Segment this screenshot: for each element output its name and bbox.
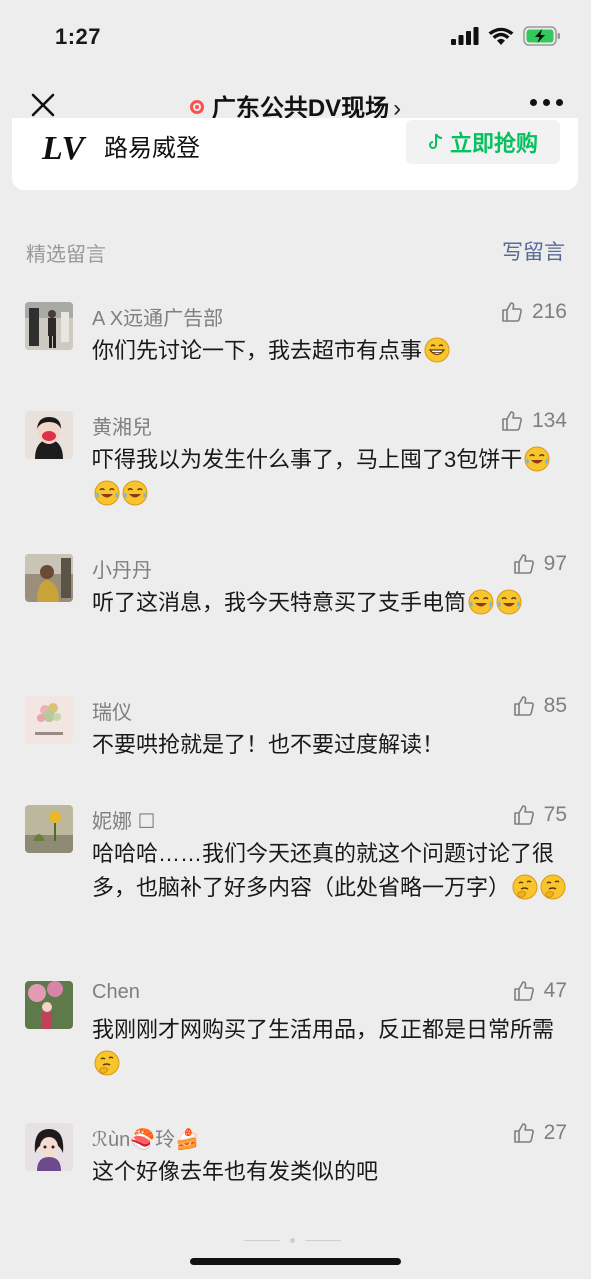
brand-logo: LV [42, 130, 85, 167]
like-count: 27 [543, 1121, 567, 1144]
commenter-name[interactable]: ℛùn🍣玲🍰 [92, 1123, 200, 1152]
write-comment-button[interactable]: 写留言 [502, 236, 565, 266]
divider [244, 1240, 280, 1241]
thumbs-up-icon [512, 803, 536, 827]
like-button[interactable]: 27 [512, 1121, 567, 1145]
avatar-image [25, 554, 73, 602]
like-count: 134 [531, 409, 567, 432]
thinking-emoji-icon [540, 874, 566, 900]
comment-text-block: 你们先讨论一下，我去超市有点事 [92, 334, 568, 368]
thinking-emoji-icon [94, 1050, 120, 1076]
signal-icon [451, 27, 479, 45]
live-dot-icon [189, 100, 204, 114]
avatar[interactable] [25, 411, 73, 459]
comment-text-block: 听了这消息，我今天特意买了支手电筒 [92, 586, 568, 620]
thumbs-up-icon [512, 694, 536, 718]
like-count: 85 [543, 694, 567, 717]
divider [305, 1240, 341, 1241]
comment-text: 这个好像去年也有发类似的吧 [92, 1159, 379, 1184]
avatar-image [25, 302, 73, 350]
comment-text: 我刚刚才网购买了生活用品，反正都是日常所需 [92, 1017, 555, 1042]
buy-now-button[interactable]: 立即抢购 [406, 120, 560, 164]
like-button[interactable]: 75 [512, 803, 567, 827]
comment-text-block: 哈哈哈……我们今天还真的就这个问题讨论了很多，也脑补了好多内容（此处省略一万字） [92, 837, 568, 905]
laughing-crying-emoji-icon [496, 589, 522, 615]
commenter-name[interactable]: Chen [92, 981, 140, 1004]
commenter-name[interactable]: A X远通广告部 [92, 302, 223, 331]
comment-text-block: 吓得我以为发生什么事了，马上囤了3包饼干 [92, 443, 568, 511]
comments-header: 精选留言 写留言 [0, 236, 591, 266]
avatar-image [25, 1123, 73, 1171]
comment-text: 吓得我以为发生什么事了，马上囤了3包饼干 [92, 447, 523, 472]
commenter-name[interactable]: 妮娜 ☐ [92, 805, 156, 834]
like-button[interactable]: 85 [512, 694, 567, 718]
comment-text-block: 这个好像去年也有发类似的吧 [92, 1155, 568, 1189]
avatar-image [25, 805, 73, 853]
avatar-image [25, 981, 73, 1029]
more-dot [530, 99, 537, 106]
ad-brand-name: 路易威登 [104, 135, 200, 162]
thumbs-up-icon [500, 300, 524, 324]
avatar[interactable] [25, 805, 73, 853]
like-button[interactable]: 216 [500, 300, 567, 324]
status-bar: 1:27 [0, 0, 591, 74]
featured-comments-label: 精选留言 [26, 244, 106, 266]
like-count: 97 [543, 552, 567, 575]
avatar-image [25, 411, 73, 459]
thinking-emoji-icon [512, 874, 538, 900]
comment-text: 哈哈哈……我们今天还真的就这个问题讨论了很多，也脑补了好多内容（此处省略一万字） [92, 841, 555, 900]
more-button[interactable] [530, 99, 563, 106]
avatar[interactable] [25, 696, 73, 744]
battery-charging-icon [523, 26, 560, 46]
like-count: 75 [543, 803, 567, 826]
avatar-image [25, 696, 73, 744]
thumbs-up-icon [500, 409, 524, 433]
divider-dot [290, 1238, 295, 1243]
laughing-crying-emoji-icon [94, 480, 120, 506]
thumbs-up-icon [512, 979, 536, 1003]
like-count: 216 [531, 300, 567, 323]
avatar[interactable] [25, 1123, 73, 1171]
status-time: 1:27 [55, 24, 102, 49]
more-dot [556, 99, 563, 106]
commenter-name[interactable]: 瑞仪 [92, 696, 132, 725]
like-button[interactable]: 134 [500, 409, 567, 433]
commenter-name[interactable]: 小丹丹 [92, 554, 152, 583]
grinning-emoji-icon [424, 337, 450, 363]
ad-card[interactable]: LV 路易威登 立即抢购 [12, 118, 578, 190]
avatar[interactable] [25, 302, 73, 350]
more-dot [543, 99, 550, 106]
wifi-icon [488, 27, 514, 45]
laughing-crying-emoji-icon [468, 589, 494, 615]
avatar[interactable] [25, 981, 73, 1029]
laughing-crying-emoji-icon [524, 446, 550, 472]
comment-text-block: 我刚刚才网购买了生活用品，反正都是日常所需 [92, 1013, 568, 1081]
end-of-list-marker [244, 1238, 341, 1243]
like-count: 47 [543, 979, 567, 1002]
status-icons [451, 26, 561, 46]
thumbs-up-icon [512, 1121, 536, 1145]
comment-text-block: 不要哄抢就是了！也不要过度解读！ [92, 728, 568, 762]
comment-text: 听了这消息，我今天特意买了支手电筒 [92, 590, 467, 615]
laughing-crying-emoji-icon [122, 480, 148, 506]
like-button[interactable]: 47 [512, 979, 567, 1003]
home-indicator[interactable] [190, 1258, 401, 1265]
commenter-name[interactable]: 黄湘兒 [92, 411, 152, 440]
buy-now-label: 立即抢购 [449, 131, 538, 156]
douyin-icon [429, 133, 443, 149]
thumbs-up-icon [512, 552, 536, 576]
like-button[interactable]: 97 [512, 552, 567, 576]
comment-text: 不要哄抢就是了！也不要过度解读！ [92, 732, 445, 757]
comment-text: 你们先讨论一下，我去超市有点事 [92, 338, 423, 363]
avatar[interactable] [25, 554, 73, 602]
